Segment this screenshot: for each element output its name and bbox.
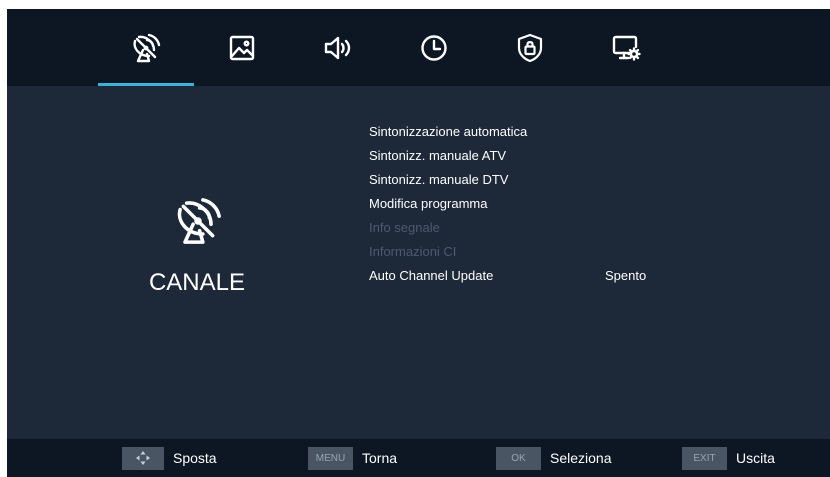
- menu-item-label: Modifica programma: [369, 196, 488, 211]
- picture-icon: [229, 35, 255, 60]
- speaker-icon: [324, 36, 351, 59]
- menu-item-label: Info segnale: [369, 220, 440, 235]
- menu-item-auto-tuning[interactable]: Sintonizzazione automatica: [369, 120, 769, 144]
- menu-item-program-edit[interactable]: Modifica programma: [369, 192, 769, 216]
- satellite-dish-icon: [177, 198, 221, 244]
- hint-move: Sposta: [122, 439, 217, 477]
- menu-item-value: Spento: [605, 268, 647, 283]
- menu-item-label: Informazioni CI: [369, 244, 457, 259]
- tab-channel[interactable]: [98, 9, 194, 86]
- key-hint-bar: Sposta MENU Torna OK Seleziona EXIT Usci…: [7, 439, 830, 477]
- channel-menu: Sintonizzazione automatica Sintonizz. ma…: [369, 120, 769, 288]
- tab-time[interactable]: [386, 9, 482, 86]
- tab-sound[interactable]: [290, 9, 386, 86]
- menu-item-signal-info: Info segnale: [369, 216, 769, 240]
- hint-back: MENU Torna: [308, 439, 397, 477]
- arrows-icon: [136, 451, 150, 465]
- exit-key[interactable]: EXIT: [682, 446, 727, 470]
- tab-lock[interactable]: [482, 9, 578, 86]
- tab-setup[interactable]: [578, 9, 674, 86]
- menu-item-manual-atv[interactable]: Sintonizz. manuale ATV: [369, 144, 769, 168]
- active-tab-indicator: [98, 83, 194, 86]
- menu-key[interactable]: MENU: [308, 446, 353, 470]
- menu-item-auto-channel-update[interactable]: Auto Channel Update Spento: [369, 264, 769, 288]
- section-title: CANALE: [148, 269, 246, 296]
- category-tab-bar: [7, 9, 830, 86]
- monitor-settings-icon: [612, 35, 641, 61]
- hint-exit: EXIT Uscita: [682, 439, 775, 477]
- tv-menu-screen: CANALE Sintonizzazione automatica Sinton…: [7, 9, 830, 477]
- menu-item-ci-info: Informazioni CI: [369, 240, 769, 264]
- hint-label: Seleziona: [550, 450, 612, 466]
- hint-label: Uscita: [736, 450, 775, 466]
- navigation-key[interactable]: [122, 446, 164, 470]
- hint-label: Sposta: [173, 450, 217, 466]
- hint-label: Torna: [362, 450, 398, 466]
- menu-item-label: Sintonizz. manuale DTV: [369, 172, 509, 187]
- tab-picture[interactable]: [194, 9, 290, 86]
- menu-item-manual-dtv[interactable]: Sintonizz. manuale DTV: [369, 168, 769, 192]
- menu-item-label: Sintonizz. manuale ATV: [369, 148, 507, 163]
- hint-select: OK Seleziona: [496, 439, 612, 477]
- lock-shield-icon: [517, 33, 543, 62]
- menu-item-label: Sintonizzazione automatica: [369, 124, 528, 139]
- ok-key[interactable]: OK: [496, 446, 541, 470]
- satellite-dish-icon: [133, 33, 161, 62]
- clock-icon: [421, 34, 447, 61]
- menu-item-label: Auto Channel Update: [369, 268, 494, 283]
